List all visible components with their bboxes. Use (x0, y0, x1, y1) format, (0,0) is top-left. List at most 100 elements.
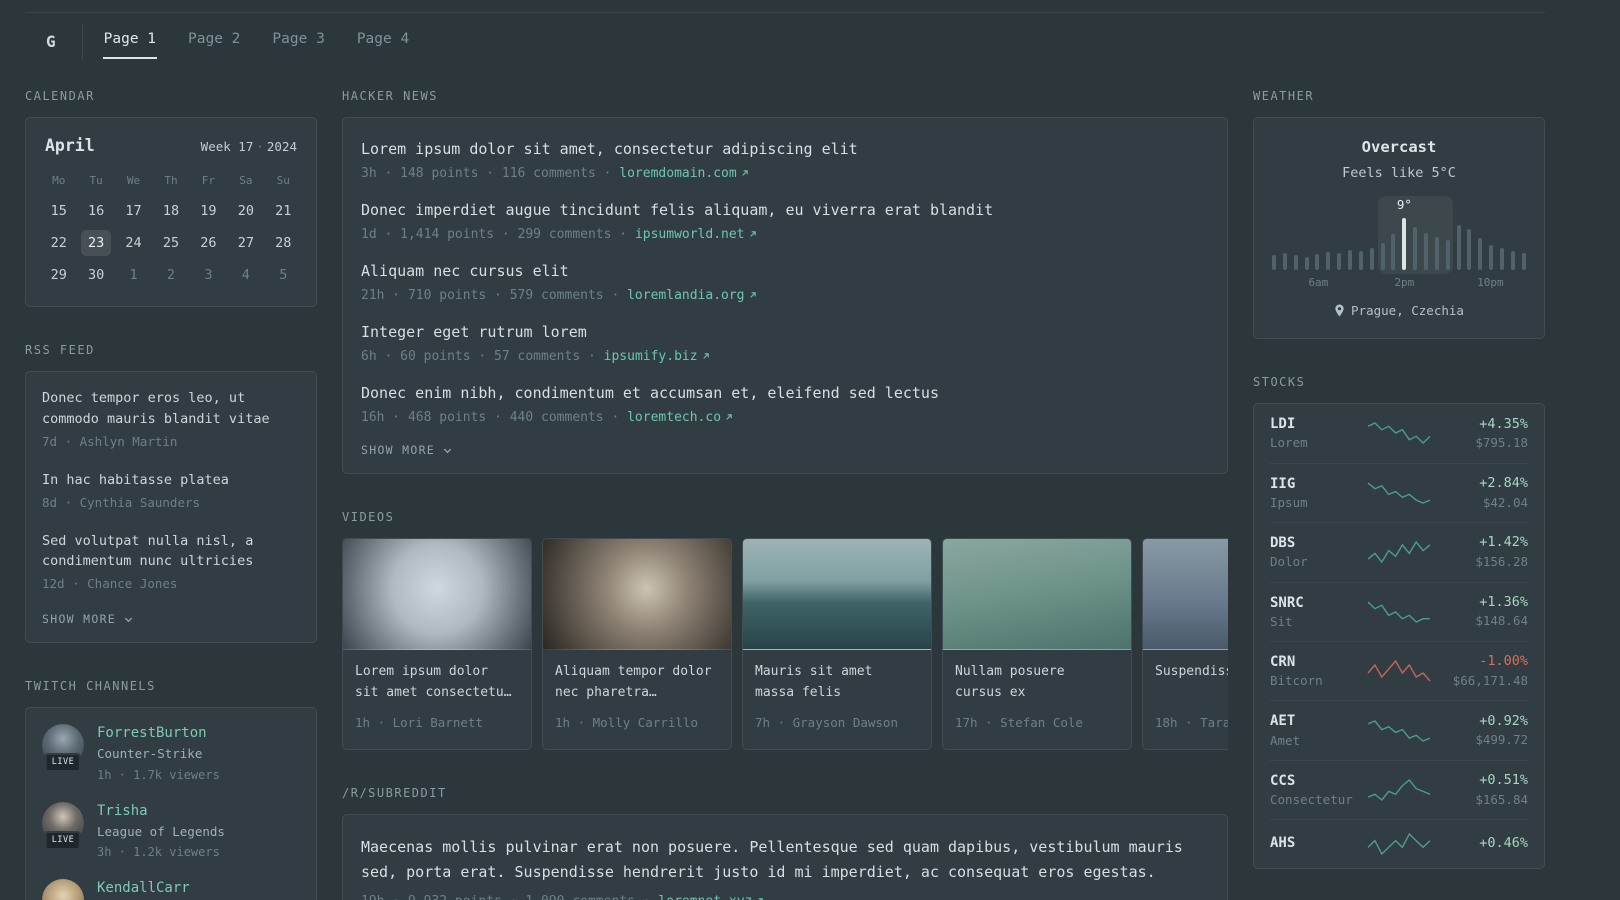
subreddit-post-meta: 19h · 9,932 points · 1,090 comments · lo… (361, 892, 1209, 900)
twitch-channel[interactable]: LIVE Trisha League of Legends 3h · 1.2k … (42, 801, 300, 862)
twitch-widget-title: TWITCH CHANNELS (25, 679, 156, 694)
weather-bar (1282, 253, 1287, 270)
stock-id: SNRC Sit (1270, 594, 1359, 630)
hn-item: Donec enim nibh, condimentum et accumsan… (361, 382, 1209, 427)
twitch-channel-viewers: 3h · 1.2k viewers (97, 845, 220, 860)
tab-page-2[interactable]: Page 2 (187, 25, 241, 60)
stock-sparkline (1367, 482, 1431, 504)
chevron-down-icon (443, 448, 452, 453)
weather-bar (1348, 250, 1353, 270)
hn-item-meta: 21h · 710 points · 579 comments · loreml… (361, 286, 1209, 306)
calendar-day: 5 (279, 267, 288, 284)
stock-symbol: AET (1270, 713, 1296, 730)
rss-item-link[interactable]: In hac habitasse platea (42, 470, 300, 491)
stock-row[interactable]: SNRC Sit +1.36% $148.64 (1270, 581, 1528, 641)
calendar-day: 24 (125, 235, 142, 252)
hn-item-domain: loremlandia.org (627, 287, 745, 303)
stock-values: +0.46% (1439, 835, 1528, 855)
stock-id: DBS Dolor (1270, 534, 1359, 570)
stock-change: +0.92% (1479, 712, 1528, 729)
twitch-channel[interactable]: LIVE ForrestBurton Counter-Strike 1h · 1… (42, 724, 300, 784)
video-thumbnail (543, 539, 731, 650)
video-card-body: Suspendisse diam 18h · Tara (1143, 650, 1228, 749)
hn-item-link[interactable]: Lorem ipsum dolor sit amet, consectetur … (361, 138, 1209, 161)
subreddit-post-stats: 19h · 9,932 points · 1,090 comments · (361, 894, 651, 900)
external-link-icon (759, 898, 764, 900)
weather-bar (1424, 232, 1429, 270)
stock-values: +4.35% $795.18 (1439, 416, 1528, 452)
video-card[interactable]: Lorem ipsum dolor sit amet consectetu… 1… (342, 538, 532, 750)
video-card[interactable]: Aliquam tempor dolor nec pharetra… 1h · … (542, 538, 732, 750)
tab-page-1[interactable]: Page 1 (102, 25, 158, 60)
hn-item-link[interactable]: Donec imperdiet augue tincidunt felis al… (361, 199, 1209, 222)
subreddit-widget: /R/SUBREDDIT Maecenas mollis pulvinar er… (342, 784, 1228, 900)
weather-feels-like: Feels like 5°C (1342, 165, 1456, 182)
stock-row[interactable]: AHS +0.46% (1270, 819, 1528, 868)
twitch-channel-info: ForrestBurton Counter-Strike 1h · 1.7k v… (97, 724, 220, 784)
calendar-day: 25 (162, 235, 180, 252)
calendar-day: 3 (204, 267, 213, 284)
stock-row[interactable]: CCS Consectetur +0.51% $165.84 (1270, 759, 1528, 819)
hn-item-domain-link[interactable]: ipsumify.biz (604, 349, 711, 364)
rss-show-more-button[interactable]: SHOW MORE (42, 612, 134, 626)
stock-change: +0.46% (1479, 834, 1528, 851)
weather-bar (1521, 253, 1526, 270)
stock-symbol: LDI (1270, 416, 1296, 433)
video-card[interactable]: Mauris sit amet massa felis 7h · Grayson… (742, 538, 932, 750)
video-title: Mauris sit amet massa felis (755, 664, 873, 700)
weather-chart: 9° 6am 2pm 10pm (1270, 195, 1528, 290)
stock-row[interactable]: CRN Bitcorn -1.00% $66,171.48 (1270, 641, 1528, 700)
hn-show-more-button[interactable]: SHOW MORE (361, 443, 453, 457)
video-card-body: Mauris sit amet massa felis 7h · Grayson… (743, 650, 931, 749)
hn-item-link[interactable]: Integer eget rutrum lorem (361, 321, 1209, 344)
hn-item-link[interactable]: Aliquam nec cursus elit (361, 260, 1209, 283)
weather-bar (1456, 225, 1461, 270)
stock-values: -1.00% $66,171.48 (1439, 653, 1528, 689)
hn-item-domain-link[interactable]: loremtech.co (627, 410, 734, 425)
logo[interactable]: G (40, 30, 62, 54)
video-meta: 18h · Tara (1155, 715, 1228, 730)
video-thumbnail (1143, 539, 1228, 650)
hn-item: Donec imperdiet augue tincidunt felis al… (361, 199, 1209, 244)
hn-item-meta: 6h · 60 points · 57 comments · ipsumify.… (361, 347, 1209, 367)
stock-row[interactable]: AET Amet +0.92% $499.72 (1270, 700, 1528, 759)
rss-item-link[interactable]: Donec tempor eros leo, ut commodo mauris… (42, 388, 300, 430)
stock-row[interactable]: DBS Dolor +1.42% $156.28 (1270, 522, 1528, 581)
hn-item: Integer eget rutrum lorem 6h · 60 points… (361, 321, 1209, 366)
calendar-day: 27 (237, 235, 254, 252)
calendar-grid: 15 16 17 18 19 20 21 22 23 24 25 26 27 28 29 30 1 2 3 4 5 (40, 198, 302, 288)
weather-time-labels: 6am 2pm 10pm (1270, 275, 1528, 290)
stock-symbol: SNRC (1270, 594, 1304, 611)
rss-item-link[interactable]: Sed volutpat nulla nisl, a condimentum n… (42, 531, 300, 573)
calendar-dow-label: Su (276, 173, 290, 187)
video-meta: 17h · Stefan Cole (955, 715, 1083, 730)
subreddit-post-domain-link[interactable]: loremnet.xyz (658, 894, 765, 900)
weather-time-label: 6am (1308, 275, 1329, 289)
page-frame: G Page 1 Page 2 Page 3 Page 4 CALENDAR A… (25, 12, 1545, 900)
stock-row[interactable]: LDI Lorem +4.35% $795.18 (1270, 404, 1528, 462)
stock-sparkline (1367, 833, 1431, 856)
hn-item-domain-link[interactable]: loremlandia.org (627, 288, 757, 303)
tab-page-4[interactable]: Page 4 (356, 25, 410, 60)
twitch-channel-name: KendallCarr (97, 880, 190, 897)
calendar-dow-label: Th (164, 173, 178, 187)
twitch-channel[interactable]: LIVE KendallCarr (42, 879, 300, 900)
stock-symbol: AHS (1270, 835, 1296, 852)
subreddit-post-domain: loremnet.xyz (658, 894, 752, 900)
hn-item-domain-link[interactable]: loremdomain.com (619, 166, 749, 181)
hackernews-widget: HACKER NEWS Lorem ipsum dolor sit amet, … (342, 87, 1228, 474)
stock-id: CRN Bitcorn (1270, 653, 1359, 689)
rss-item-meta: 12d · Chance Jones (42, 576, 178, 592)
subreddit-post-link[interactable]: Maecenas mollis pulvinar erat non posuer… (361, 835, 1209, 885)
stock-row[interactable]: IIG Ipsum +2.84% $42.04 (1270, 462, 1528, 522)
hn-item-domain: loremdomain.com (619, 165, 737, 181)
tab-page-3[interactable]: Page 3 (271, 25, 325, 60)
calendar-dow-label: Fr (201, 173, 216, 187)
calendar-year: 2024 (266, 139, 297, 154)
calendar-dow-label: We (126, 173, 141, 187)
hn-item-domain-link[interactable]: ipsumworld.net (635, 227, 758, 242)
video-card-body: Nullam posuere cursus ex 17h · Stefan Co… (943, 650, 1131, 749)
video-card[interactable]: Suspendisse diam 18h · Tara (1142, 538, 1228, 750)
video-card[interactable]: Nullam posuere cursus ex 17h · Stefan Co… (942, 538, 1132, 750)
hn-item-link[interactable]: Donec enim nibh, condimentum et accumsan… (361, 382, 1209, 405)
